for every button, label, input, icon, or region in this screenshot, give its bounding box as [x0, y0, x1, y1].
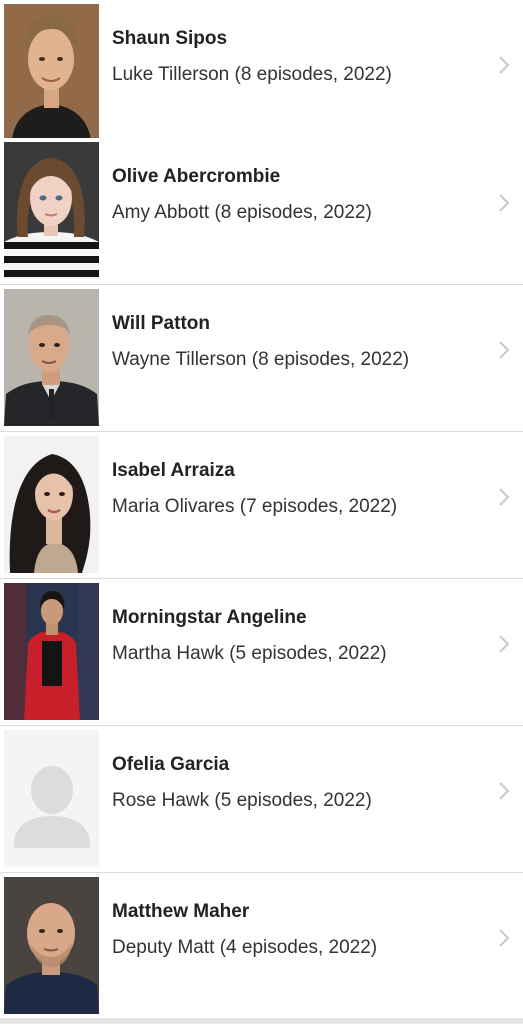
character-role: Luke Tillerson (8 episodes, 2022)	[112, 64, 392, 85]
actor-photo	[4, 4, 99, 141]
character-role: Deputy Matt (4 episodes, 2022)	[112, 937, 378, 958]
actor-photo	[4, 142, 99, 279]
person-placeholder-icon	[4, 730, 99, 867]
portrait-image	[4, 4, 99, 141]
actor-name[interactable]: Isabel Arraiza	[112, 460, 235, 482]
chevron-right-icon	[496, 927, 512, 949]
character-role: Amy Abbott (8 episodes, 2022)	[112, 202, 372, 223]
chevron-right-icon	[496, 486, 512, 508]
chevron-right-icon	[496, 633, 512, 655]
portrait-image	[4, 436, 99, 573]
character-role: Rose Hawk (5 episodes, 2022)	[112, 790, 372, 811]
chevron-right-icon	[496, 54, 512, 76]
cast-row[interactable]: Olive Abercrombie Amy Abbott (8 episodes…	[0, 138, 523, 285]
cast-row[interactable]: Ofelia Garcia Rose Hawk (5 episodes, 202…	[0, 726, 523, 873]
chevron-right-icon	[496, 339, 512, 361]
character-role: Wayne Tillerson (8 episodes, 2022)	[112, 349, 410, 370]
actor-name[interactable]: Olive Abercrombie	[112, 166, 280, 188]
cast-row[interactable]: Morningstar Angeline Martha Hawk (5 epis…	[0, 579, 523, 726]
actor-name[interactable]: Shaun Sipos	[112, 28, 227, 50]
character-role: Maria Olivares (7 episodes, 2022)	[112, 496, 398, 517]
actor-name[interactable]: Will Patton	[112, 313, 210, 335]
portrait-image	[4, 583, 99, 720]
cast-row[interactable]: Will Patton Wayne Tillerson (8 episodes,…	[0, 285, 523, 432]
chevron-right-icon	[496, 780, 512, 802]
actor-name[interactable]: Matthew Maher	[112, 901, 249, 923]
cast-row[interactable]: Shaun Sipos Luke Tillerson (8 episodes, …	[0, 0, 523, 147]
actor-name[interactable]: Morningstar Angeline	[112, 607, 307, 629]
actor-photo	[4, 436, 99, 573]
actor-photo	[4, 289, 99, 426]
portrait-image	[4, 142, 99, 279]
actor-photo	[4, 730, 99, 867]
actor-name[interactable]: Ofelia Garcia	[112, 754, 229, 776]
cast-row[interactable]: Matthew Maher Deputy Matt (4 episodes, 2…	[0, 873, 523, 1020]
chevron-right-icon	[496, 192, 512, 214]
cast-row[interactable]: Isabel Arraiza Maria Olivares (7 episode…	[0, 432, 523, 579]
actor-photo	[4, 583, 99, 720]
portrait-image	[4, 877, 99, 1014]
portrait-image	[4, 289, 99, 426]
actor-photo	[4, 877, 99, 1014]
bottom-edge	[0, 1018, 523, 1024]
character-role: Martha Hawk (5 episodes, 2022)	[112, 643, 387, 664]
